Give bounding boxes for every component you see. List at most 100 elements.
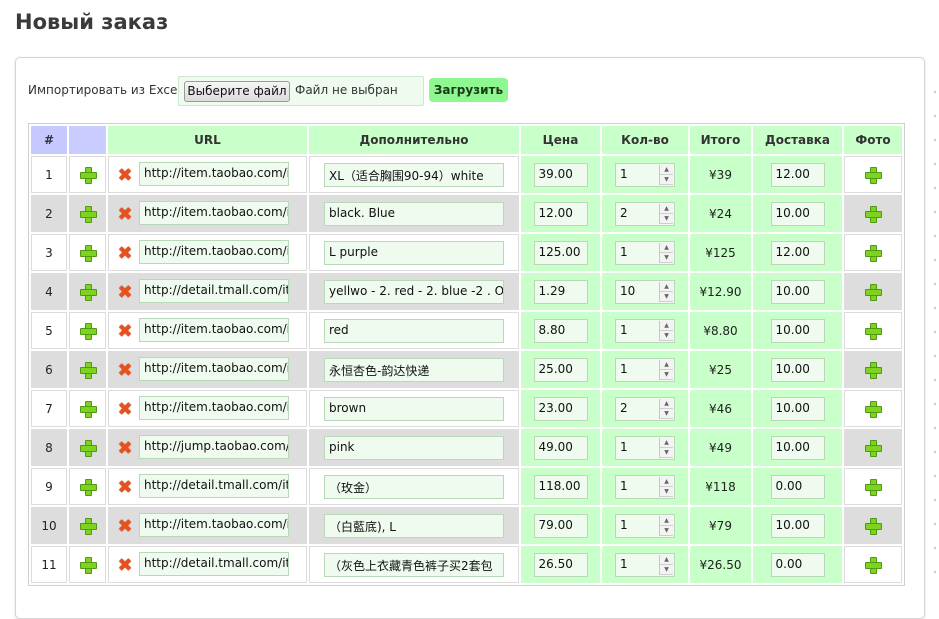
extra-input[interactable]: brown — [324, 396, 504, 421]
qty-up-icon[interactable]: ▲ — [660, 242, 673, 253]
qty-down-icon[interactable]: ▼ — [660, 525, 673, 536]
url-input[interactable]: http://item.taobao.com/item.htm — [139, 240, 289, 264]
add-photo-icon[interactable] — [865, 556, 882, 574]
extra-input[interactable]: pink — [324, 435, 504, 460]
url-input[interactable]: http://item.taobao.com/item.htm — [139, 357, 289, 381]
price-input[interactable]: 23.00 — [533, 396, 588, 421]
shipping-input[interactable]: 0.00 — [770, 474, 825, 499]
url-input[interactable]: http://detail.tmall.com/item.htm — [139, 279, 289, 303]
qty-up-icon[interactable]: ▲ — [660, 437, 673, 448]
shipping-input[interactable]: 10.00 — [770, 318, 825, 343]
qty-stepper[interactable]: 1 ▲ ▼ — [615, 513, 675, 538]
file-input[interactable]: Выберите файл Файл не выбран — [178, 76, 424, 106]
price-input[interactable]: 25.00 — [533, 357, 588, 382]
extra-input[interactable]: （玫金） — [324, 474, 504, 499]
add-photo-icon[interactable] — [865, 322, 882, 340]
url-input[interactable]: http://item.taobao.com/item.htm — [139, 318, 289, 342]
qty-stepper[interactable]: 1 ▲ ▼ — [615, 435, 675, 460]
plus-icon[interactable] — [79, 439, 97, 457]
extra-input[interactable]: （白藍底), L — [324, 513, 504, 538]
url-input[interactable]: http://item.taobao.com/item.htm — [139, 513, 289, 537]
extra-input[interactable]: yellwo - 2. red - 2. blue -2 . O — [324, 279, 504, 304]
qty-spin-buttons[interactable]: ▲ ▼ — [659, 398, 673, 419]
url-input[interactable]: http://item.taobao.com/item.htm — [139, 396, 289, 420]
qty-down-icon[interactable]: ▼ — [660, 330, 673, 341]
url-input[interactable]: http://detail.tmall.com/item.htm — [139, 474, 289, 498]
qty-up-icon[interactable]: ▲ — [660, 281, 673, 292]
qty-stepper[interactable]: 1 ▲ ▼ — [615, 318, 675, 343]
qty-down-icon[interactable]: ▼ — [660, 408, 673, 419]
url-input[interactable]: http://item.taobao.com/item.htm — [139, 162, 289, 186]
price-input[interactable]: 26.50 — [533, 552, 588, 577]
delete-icon[interactable]: ✖ — [117, 167, 133, 185]
shipping-input[interactable]: 10.00 — [770, 513, 825, 538]
qty-down-icon[interactable]: ▼ — [660, 564, 673, 575]
qty-up-icon[interactable]: ▲ — [660, 320, 673, 331]
url-input[interactable]: http://item.taobao.com/item.htm — [139, 201, 289, 225]
plus-icon[interactable] — [79, 400, 97, 418]
plus-icon[interactable] — [79, 322, 97, 340]
qty-stepper[interactable]: 1 ▲ ▼ — [615, 162, 675, 187]
shipping-input[interactable]: 12.00 — [770, 162, 825, 187]
delete-icon[interactable]: ✖ — [117, 206, 133, 224]
extra-input[interactable]: black. Blue — [324, 201, 504, 226]
price-input[interactable]: 125.00 — [533, 240, 588, 265]
qty-up-icon[interactable]: ▲ — [660, 398, 673, 409]
price-input[interactable]: 8.80 — [533, 318, 588, 343]
qty-down-icon[interactable]: ▼ — [660, 174, 673, 185]
qty-stepper[interactable]: 10 ▲ ▼ — [615, 279, 675, 304]
delete-icon[interactable]: ✖ — [117, 323, 133, 341]
add-photo-icon[interactable] — [865, 283, 882, 301]
shipping-input[interactable]: 10.00 — [770, 201, 825, 226]
plus-icon[interactable] — [79, 517, 97, 535]
shipping-input[interactable]: 10.00 — [770, 279, 825, 304]
qty-down-icon[interactable]: ▼ — [660, 369, 673, 380]
qty-spin-buttons[interactable]: ▲ ▼ — [659, 476, 673, 497]
delete-icon[interactable]: ✖ — [117, 518, 133, 536]
qty-spin-buttons[interactable]: ▲ ▼ — [659, 320, 673, 341]
qty-spin-buttons[interactable]: ▲ ▼ — [659, 437, 673, 458]
qty-up-icon[interactable]: ▲ — [660, 164, 673, 175]
extra-input[interactable]: L purple — [324, 240, 504, 265]
plus-icon[interactable] — [79, 478, 97, 496]
url-input[interactable]: http://jump.taobao.com/jump — [139, 435, 289, 459]
qty-up-icon[interactable]: ▲ — [660, 359, 673, 370]
extra-input[interactable]: red — [324, 318, 504, 343]
qty-up-icon[interactable]: ▲ — [660, 515, 673, 526]
add-photo-icon[interactable] — [865, 166, 882, 184]
qty-down-icon[interactable]: ▼ — [660, 252, 673, 263]
shipping-input[interactable]: 10.00 — [770, 435, 825, 460]
qty-up-icon[interactable]: ▲ — [660, 476, 673, 487]
plus-icon[interactable] — [79, 205, 97, 223]
plus-icon[interactable] — [79, 244, 97, 262]
delete-icon[interactable]: ✖ — [117, 245, 133, 263]
add-photo-icon[interactable] — [865, 400, 882, 418]
qty-spin-buttons[interactable]: ▲ ▼ — [659, 242, 673, 263]
qty-up-icon[interactable]: ▲ — [660, 203, 673, 214]
plus-icon[interactable] — [79, 361, 97, 379]
shipping-input[interactable]: 12.00 — [770, 240, 825, 265]
qty-spin-buttons[interactable]: ▲ ▼ — [659, 554, 673, 575]
add-photo-icon[interactable] — [865, 361, 882, 379]
delete-icon[interactable]: ✖ — [117, 440, 133, 458]
shipping-input[interactable]: 10.00 — [770, 396, 825, 421]
add-photo-icon[interactable] — [865, 205, 882, 223]
qty-spin-buttons[interactable]: ▲ ▼ — [659, 164, 673, 185]
qty-spin-buttons[interactable]: ▲ ▼ — [659, 359, 673, 380]
price-input[interactable]: 79.00 — [533, 513, 588, 538]
price-input[interactable]: 39.00 — [533, 162, 588, 187]
shipping-input[interactable]: 0.00 — [770, 552, 825, 577]
qty-spin-buttons[interactable]: ▲ ▼ — [659, 281, 673, 302]
qty-down-icon[interactable]: ▼ — [660, 213, 673, 224]
url-input[interactable]: http://detail.tmall.com/item.htm — [139, 552, 289, 576]
extra-input[interactable]: 永恒杏色-韵达快递 — [324, 357, 504, 382]
delete-icon[interactable]: ✖ — [117, 557, 133, 575]
add-photo-icon[interactable] — [865, 439, 882, 457]
qty-spin-buttons[interactable]: ▲ ▼ — [659, 203, 673, 224]
qty-stepper[interactable]: 1 ▲ ▼ — [615, 552, 675, 577]
qty-stepper[interactable]: 1 ▲ ▼ — [615, 474, 675, 499]
delete-icon[interactable]: ✖ — [117, 284, 133, 302]
extra-input[interactable]: （灰色上衣藏青色裤子买2套包 — [324, 552, 504, 577]
plus-icon[interactable] — [79, 166, 97, 184]
shipping-input[interactable]: 10.00 — [770, 357, 825, 382]
